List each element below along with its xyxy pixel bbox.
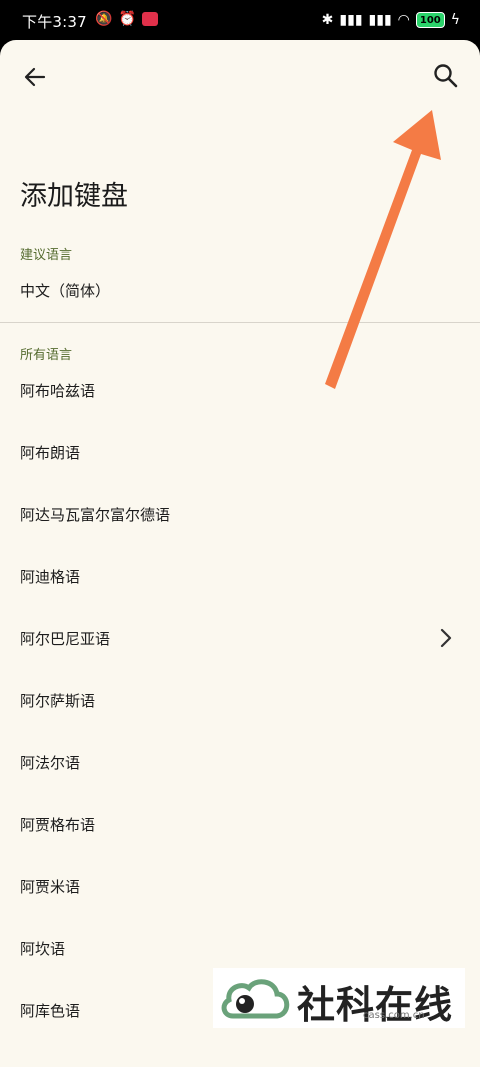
page-title: 添加键盘 — [20, 181, 128, 212]
language-item[interactable]: 阿贾米语 — [0, 856, 480, 918]
status-left-icons: 🔕 ⏰ — [95, 11, 158, 27]
language-item[interactable]: 阿布哈兹语 — [0, 360, 480, 422]
language-item[interactable]: 阿贾格布语 — [0, 794, 480, 856]
battery-level: 100 — [419, 14, 441, 26]
language-label: 阿布朗语 — [20, 444, 81, 462]
cloud-logo-icon — [221, 979, 290, 1019]
language-label: 阿达马瓦富尔富尔德语 — [20, 506, 171, 524]
language-label: 阿坎语 — [20, 940, 66, 958]
language-label: 阿贾米语 — [20, 878, 81, 896]
language-item-albanian[interactable]: 阿尔巴尼亚语 — [0, 608, 480, 670]
divider — [0, 322, 480, 323]
watermark-url: cass.com.cn — [363, 1010, 425, 1021]
status-right-icons: ✱ ▮▮▮ ▮▮▮ ◠ 100 ϟ — [322, 12, 460, 28]
wifi-icon: ◠ — [397, 12, 410, 28]
language-item[interactable]: 阿法尔语 — [0, 732, 480, 794]
language-label: 阿尔萨斯语 — [20, 692, 96, 710]
battery-icon: 100 — [415, 12, 445, 28]
search-icon[interactable] — [430, 60, 462, 92]
language-label: 阿尔巴尼亚语 — [20, 630, 111, 648]
language-label: 阿布哈兹语 — [20, 382, 96, 400]
mute-bell-icon: 🔕 — [95, 11, 113, 27]
language-item[interactable]: 阿达马瓦富尔富尔德语 — [0, 484, 480, 546]
chevron-right-icon — [440, 628, 452, 648]
language-item[interactable]: 阿迪格语 — [0, 546, 480, 608]
add-keyboard-page: 添加键盘 建议语言 中文（简体） 所有语言 阿布哈兹语 阿布朗语 阿达马瓦富尔富… — [0, 40, 480, 1067]
language-label: 阿贾格布语 — [20, 816, 96, 834]
signal-2-icon: ▮▮▮ — [368, 12, 392, 28]
signal-1-icon: ▮▮▮ — [339, 12, 363, 28]
language-label: 中文（简体） — [20, 282, 111, 300]
suggested-item-chinese-simplified[interactable]: 中文（简体） — [0, 260, 480, 322]
language-item[interactable]: 阿尔萨斯语 — [0, 670, 480, 732]
language-label: 阿库色语 — [20, 1002, 81, 1020]
alarm-icon: ⏰ — [118, 11, 136, 27]
screen: 下午3:37 🔕 ⏰ ✱ ▮▮▮ ▮▮▮ ◠ 100 ϟ 添加键盘 建议语言 中… — [0, 0, 480, 1067]
watermark: 社科在线 cass.com.cn — [213, 968, 465, 1028]
back-arrow-icon[interactable] — [20, 62, 50, 92]
language-label: 阿法尔语 — [20, 754, 81, 772]
charging-icon: ϟ — [450, 12, 460, 28]
status-bar: 下午3:37 🔕 ⏰ ✱ ▮▮▮ ▮▮▮ ◠ 100 ϟ — [0, 0, 480, 40]
top-bar — [0, 40, 480, 112]
language-item[interactable]: 阿布朗语 — [0, 422, 480, 484]
app-notification-icon — [141, 12, 158, 26]
language-label: 阿迪格语 — [20, 568, 81, 586]
status-time: 下午3:37 — [22, 13, 87, 31]
bluetooth-icon: ✱ — [321, 12, 334, 28]
